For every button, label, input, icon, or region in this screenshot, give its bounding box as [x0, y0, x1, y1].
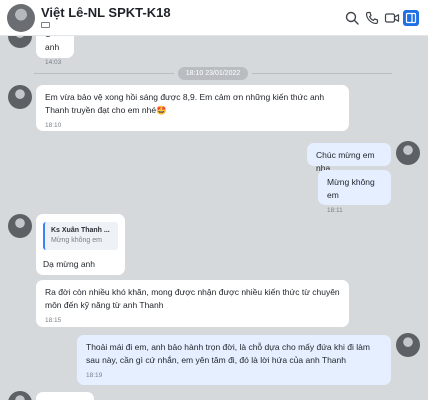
contact-avatar[interactable]: [7, 4, 35, 32]
sender-avatar[interactable]: [8, 36, 32, 48]
message-bubble[interactable]: Mừng không em 18:11: [318, 170, 391, 214]
message-text: Ra đời còn nhiều khó khăn, mong được nhậ…: [45, 287, 340, 310]
message-bubble[interactable]: Chúc mừng em nha: [307, 143, 391, 173]
separator-line: [252, 73, 392, 74]
video-call-icon[interactable]: [384, 10, 400, 26]
my-avatar[interactable]: [396, 333, 420, 357]
message-time: 18:11: [327, 207, 343, 214]
sender-avatar[interactable]: [8, 391, 32, 400]
sender-avatar[interactable]: [8, 85, 32, 109]
message-time: 14:03: [45, 59, 62, 66]
message-bubble[interactable]: Em vừa bảo vệ xong hồi sáng được 8,9. Em…: [36, 85, 349, 131]
label-tag-icon[interactable]: [41, 22, 50, 28]
message-text: Dạ mừng anh: [43, 259, 95, 269]
message-text: Thoải mái đi em, anh bảo hành trọn đời, …: [86, 342, 370, 365]
message-bubble[interactable]: Ừ anh 14:03: [36, 36, 74, 66]
message-list[interactable]: Ừ anh 14:03 18:10 23/01/2022 Em vừa bảo …: [0, 36, 428, 400]
contact-name[interactable]: Việt Lê-NL SPKT-K18: [41, 5, 171, 20]
message-bubble[interactable]: Ks Xuân Thanh ... Mừng không em Dạ mừng …: [36, 214, 125, 275]
message-bubble[interactable]: Ra đời còn nhiều khó khăn, mong được nhậ…: [36, 280, 349, 327]
sender-avatar[interactable]: [8, 214, 32, 238]
phone-call-icon[interactable]: [364, 10, 380, 26]
message-bubble[interactable]: Thoải mái đi em, anh bảo hành trọn đời, …: [77, 335, 391, 385]
message-time: 18:15: [45, 317, 62, 324]
quoted-text: Mừng không em: [51, 237, 102, 244]
message-time: 18:19: [86, 372, 103, 379]
message-text: Ừ anh: [45, 36, 60, 52]
chat-header: Việt Lê-NL SPKT-K18: [0, 0, 428, 36]
search-icon[interactable]: [344, 10, 360, 26]
separator-line: [34, 73, 174, 74]
quoted-sender-name: Ks Xuân Thanh ...: [51, 227, 110, 234]
message-bubble[interactable]: [36, 392, 94, 400]
quoted-message[interactable]: Ks Xuân Thanh ... Mừng không em: [43, 222, 118, 250]
conversation-info-toggle-icon[interactable]: [403, 10, 419, 26]
message-time: 18:10: [45, 122, 62, 129]
my-avatar[interactable]: [396, 141, 420, 165]
message-text: Em vừa bảo vệ xong hồi sáng được 8,9. Em…: [45, 92, 325, 115]
date-separator: 18:10 23/01/2022: [178, 67, 248, 80]
message-text: Mừng không em: [327, 177, 375, 200]
